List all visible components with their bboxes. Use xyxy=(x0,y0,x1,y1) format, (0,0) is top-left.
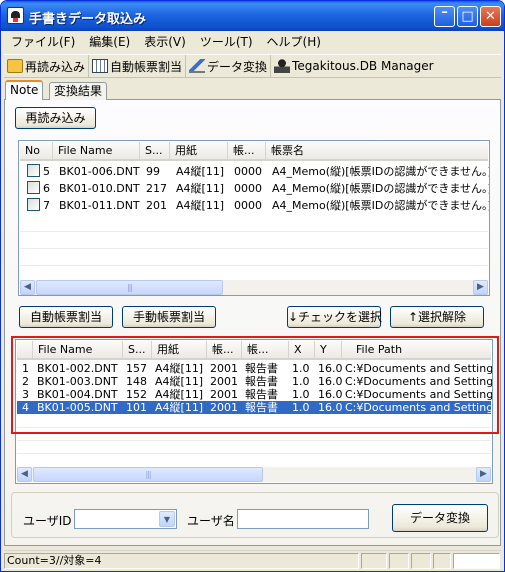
toolbar-auto-assign-button[interactable]: 自動帳票割当 xyxy=(88,55,185,77)
row-file-name: BK01-010.DNT xyxy=(59,182,140,195)
scroll-left-icon[interactable]: ◀ xyxy=(17,467,32,482)
status-count: Count=3//対象=4 xyxy=(4,553,359,569)
row-form-id: 0000 xyxy=(234,182,262,195)
window-title: 手書きデータ取込み xyxy=(29,12,147,27)
pending-files-list[interactable]: No File Name S... 用紙 帳... 帳票名 5 BK01-006… xyxy=(18,140,490,296)
maximize-icon: □ xyxy=(461,9,474,24)
assigned-list-hscrollbar[interactable]: ◀ ▶ xyxy=(17,467,491,482)
user-name-label: ユーザ名 xyxy=(187,514,235,528)
scroll-thumb[interactable] xyxy=(36,280,223,295)
maximize-button[interactable]: □ xyxy=(457,6,478,27)
toolbar-reload-label: 再読み込み xyxy=(25,59,86,74)
menu-edit[interactable]: 編集(E) xyxy=(82,32,137,52)
row-form-name: A4_Memo(縦)[帳票IDの認識ができません。] xyxy=(272,165,490,178)
row-paper: A4縦[11] xyxy=(176,182,225,195)
toolbar: 再読み込み 自動帳票割当 データ変換 Tegakitous.DB Manager xyxy=(4,54,501,78)
user-name-input[interactable] xyxy=(237,509,369,529)
row-checkbox[interactable] xyxy=(27,181,40,194)
user-id-select[interactable]: ▼ xyxy=(74,509,177,529)
reload-button[interactable]: 再読み込み xyxy=(15,107,96,129)
status-progress xyxy=(453,553,500,569)
row-file-name: BK01-011.DNT xyxy=(59,199,140,212)
scroll-thumb[interactable] xyxy=(33,467,263,482)
row-paper: A4縦[11] xyxy=(176,165,225,178)
row-size: 99 xyxy=(146,165,160,178)
col-header-form-id[interactable]: 帳... xyxy=(228,142,266,161)
menu-bar: ファイル(F) 編集(E) 表示(V) ツール(T) ヘルプ(H) xyxy=(4,32,501,52)
col-header-size[interactable]: S... xyxy=(140,142,170,161)
db-manager-icon xyxy=(274,59,291,73)
menu-tools[interactable]: ツール(T) xyxy=(193,32,260,52)
highlight-frame xyxy=(11,336,499,434)
row-size: 201 xyxy=(146,199,167,212)
row-form-name: A4_Memo(縦)[帳票IDの認識ができません。] xyxy=(272,199,490,212)
scroll-right-icon[interactable]: ▶ xyxy=(476,467,491,482)
convert-data-button[interactable]: データ変換 xyxy=(392,504,488,532)
pending-list-hscrollbar[interactable]: ◀ ▶ xyxy=(20,280,488,295)
row-no: 7 xyxy=(43,199,50,212)
folder-open-icon xyxy=(7,59,23,73)
row-form-id: 0000 xyxy=(234,165,262,178)
row-size: 217 xyxy=(146,182,167,195)
table-row[interactable]: 5 BK01-006.DNT 99 A4縦[11] 0000 A4_Memo(縦… xyxy=(20,163,490,180)
status-pane-3 xyxy=(389,553,409,569)
col-header-form-name[interactable]: 帳票名 xyxy=(266,142,489,161)
table-row[interactable]: 7 BK01-011.DNT 201 A4縦[11] 0000 A4_Memo(… xyxy=(20,197,490,214)
row-no: 6 xyxy=(43,182,50,195)
col-header-paper[interactable]: 用紙 xyxy=(170,142,228,161)
minimize-icon: – xyxy=(441,5,448,20)
row-form-name: A4_Memo(縦)[帳票IDの認識ができません。] xyxy=(272,182,490,195)
main-window: 手書きデータ取込み – □ ✕ ファイル(F) 編集(E) 表示(V) ツール(… xyxy=(0,0,505,572)
chevron-down-icon[interactable]: ▼ xyxy=(159,511,175,527)
tab-note[interactable]: Note xyxy=(5,80,44,100)
toolbar-db-manager-button[interactable]: Tegakitous.DB Manager xyxy=(270,55,437,77)
minimize-button[interactable]: – xyxy=(434,6,455,27)
toolbar-convert-label: データ変換 xyxy=(207,59,268,74)
menu-help[interactable]: ヘルプ(H) xyxy=(260,32,328,52)
tab-conversion-result[interactable]: 変換結果 xyxy=(49,82,108,100)
toolbar-reload-button[interactable]: 再読み込み xyxy=(4,55,88,77)
pending-list-header: No File Name S... 用紙 帳... 帳票名 xyxy=(20,142,488,161)
scroll-right-icon[interactable]: ▶ xyxy=(473,280,488,295)
form-grid-icon xyxy=(92,59,109,73)
pen-icon xyxy=(189,59,206,73)
table-row[interactable]: 6 BK01-010.DNT 217 A4縦[11] 0000 A4_Memo(… xyxy=(20,180,490,197)
row-form-id: 0000 xyxy=(234,199,262,212)
user-id-label: ユーザID xyxy=(23,514,72,528)
manual-assign-button[interactable]: 手動帳票割当 xyxy=(122,306,216,328)
row-file-name: BK01-006.DNT xyxy=(59,165,140,178)
row-checkbox[interactable] xyxy=(27,164,40,177)
row-paper: A4縦[11] xyxy=(176,199,225,212)
toolbar-convert-button[interactable]: データ変換 xyxy=(185,55,270,77)
close-icon: ✕ xyxy=(485,9,496,24)
row-checkbox[interactable] xyxy=(27,198,40,211)
row-no: 5 xyxy=(43,165,50,178)
close-button[interactable]: ✕ xyxy=(480,6,501,27)
toolbar-auto-assign-label: 自動帳票割当 xyxy=(110,59,183,74)
status-pane-2 xyxy=(361,553,387,569)
status-pane-4 xyxy=(411,553,431,569)
col-header-file-name[interactable]: File Name xyxy=(53,142,140,161)
status-bar: Count=3//対象=4 xyxy=(4,550,501,569)
select-checked-button[interactable]: ↓チェックを選択 xyxy=(287,306,382,328)
scroll-left-icon[interactable]: ◀ xyxy=(20,280,35,295)
status-pane-5 xyxy=(433,553,451,569)
app-icon xyxy=(7,7,24,24)
toolbar-db-manager-label: Tegakitous.DB Manager xyxy=(292,59,434,73)
title-bar[interactable]: 手書きデータ取込み – □ ✕ xyxy=(1,1,504,31)
menu-view[interactable]: 表示(V) xyxy=(137,32,193,52)
col-header-no[interactable]: No xyxy=(20,142,53,161)
menu-file[interactable]: ファイル(F) xyxy=(4,32,82,52)
auto-assign-button[interactable]: 自動帳票割当 xyxy=(19,306,113,328)
clear-selection-button[interactable]: ↑選択解除 xyxy=(390,306,484,328)
